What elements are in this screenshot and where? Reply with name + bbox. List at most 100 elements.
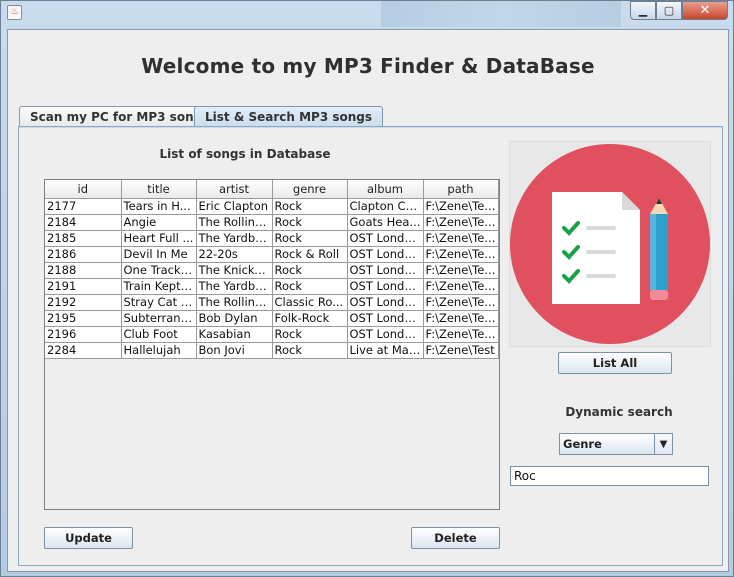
table-body: 2177 Tears in H... Eric Clapton Rock Clapton… (45, 198, 499, 359)
maximize-icon[interactable]: ▢ (656, 1, 682, 20)
cell-artist[interactable]: 22-20s (196, 246, 273, 263)
cell-title[interactable]: Subterrane... (121, 310, 197, 327)
search-input[interactable] (510, 466, 709, 486)
cell-album[interactable]: OST Londo... (347, 294, 424, 311)
content-pane: Welcome to my MP3 Finder & DataBase Scan… (7, 29, 729, 572)
cell-album[interactable]: OST Londo... (347, 262, 424, 279)
tab-scan-pc[interactable]: Scan my PC for MP3 songs (19, 106, 221, 128)
table-row[interactable]: 2184 Angie The Rolling... Rock Goats Hea... F… (45, 214, 499, 231)
cell-genre[interactable]: Rock (272, 198, 348, 215)
cell-genre[interactable]: Rock (272, 214, 348, 231)
column-header-id[interactable]: id (45, 180, 122, 199)
cell-id[interactable]: 2186 (45, 246, 122, 263)
minimize-icon[interactable]: ▁ (630, 1, 656, 20)
table-row[interactable]: 2177 Tears in H... Eric Clapton Rock Clapton… (45, 198, 499, 215)
cell-genre[interactable]: Rock (272, 262, 348, 279)
table-row[interactable]: 2185 Heart Full ... The Yardbir... Rock OST … (45, 230, 499, 247)
chevron-down-icon[interactable]: ▼ (654, 434, 672, 454)
column-header-album[interactable]: album (347, 180, 424, 199)
cell-id[interactable]: 2191 (45, 278, 122, 295)
cell-artist[interactable]: The Rolling... (196, 214, 273, 231)
java-icon[interactable]: ♨ (7, 5, 22, 20)
cell-genre[interactable]: Rock (272, 342, 348, 359)
table-row[interactable]: 2191 Train Kept ... The Yardbir... Rock OST … (45, 278, 499, 295)
cell-album[interactable]: OST Londo... (347, 246, 424, 263)
cell-title[interactable]: Stray Cat Bl... (121, 294, 197, 311)
table-row[interactable]: 2188 One Track ... The Knicke... Rock OST Lo… (45, 262, 499, 279)
cell-path[interactable]: F:\Zene\Te... (423, 246, 499, 263)
cell-album[interactable]: OST Londo... (347, 326, 424, 343)
cell-artist[interactable]: Bob Dylan (196, 310, 273, 327)
cell-title[interactable]: Heart Full ... (121, 230, 197, 247)
cell-title[interactable]: Train Kept ... (121, 278, 197, 295)
close-icon[interactable]: ✕ (682, 1, 728, 20)
songs-table-scrollpane[interactable]: id title artist genre album path 2177 Tea… (44, 179, 500, 510)
table-row[interactable]: 2196 Club Foot Kasabian Rock OST Londo... F:\… (45, 326, 499, 343)
cell-album[interactable]: Clapton Ch... (347, 198, 424, 215)
cell-id[interactable]: 2192 (45, 294, 122, 311)
column-header-title[interactable]: title (121, 180, 197, 199)
cell-path[interactable]: F:\Zene\Te... (423, 262, 499, 279)
cell-path[interactable]: F:\Zene\Te... (423, 230, 499, 247)
cell-artist[interactable]: Kasabian (196, 326, 273, 343)
cell-artist[interactable]: Eric Clapton (196, 198, 273, 215)
cell-album[interactable]: Live at Madi... (347, 342, 424, 359)
cell-artist[interactable]: The Knicke... (196, 262, 273, 279)
songs-table[interactable]: id title artist genre album path 2177 Tea… (45, 180, 499, 359)
table-row[interactable]: 2195 Subterrane... Bob Dylan Folk-Rock OST L… (45, 310, 499, 327)
update-button[interactable]: Update (44, 527, 133, 549)
table-row[interactable]: 2192 Stray Cat Bl... The Rolling... Classic… (45, 294, 499, 311)
page-title: Welcome to my MP3 Finder & DataBase (141, 54, 595, 78)
search-field-select[interactable]: Genre ▼ (559, 433, 673, 455)
list-all-button[interactable]: List All (558, 352, 672, 374)
cell-album[interactable]: OST Londo... (347, 278, 424, 295)
cell-genre[interactable]: Folk-Rock (272, 310, 348, 327)
cell-title[interactable]: Tears in H... (121, 198, 197, 215)
cell-genre[interactable]: Classic Ro... (272, 294, 348, 311)
cell-genre[interactable]: Rock (272, 278, 348, 295)
cell-genre[interactable]: Rock (272, 230, 348, 247)
cell-title[interactable]: Hallelujah (121, 342, 197, 359)
cell-id[interactable]: 2184 (45, 214, 122, 231)
cell-genre[interactable]: Rock (272, 326, 348, 343)
cell-title[interactable]: Devil In Me (121, 246, 197, 263)
cell-artist[interactable]: The Yardbir... (196, 278, 273, 295)
cell-path[interactable]: F:\Zene\Te... (423, 310, 499, 327)
column-header-genre[interactable]: genre (272, 180, 348, 199)
cell-id[interactable]: 2195 (45, 310, 122, 327)
column-header-path[interactable]: path (423, 180, 499, 199)
table-header: id title artist genre album path (45, 180, 499, 199)
cell-path[interactable]: F:\Zene\Te... (423, 278, 499, 295)
tab-list-search[interactable]: List & Search MP3 songs (194, 106, 384, 128)
cell-title[interactable]: One Track ... (121, 262, 197, 279)
table-row[interactable]: 2186 Devil In Me 22-20s Rock & Roll OST Lond… (45, 246, 499, 263)
window-frame: ♨ ▁ ▢ ✕ Welcome to my MP3 Finder & DataB… (0, 0, 734, 577)
cell-id[interactable]: 2188 (45, 262, 122, 279)
column-header-artist[interactable]: artist (196, 180, 273, 199)
cell-path[interactable]: F:\Zene\Test (423, 342, 499, 359)
cell-id[interactable]: 2196 (45, 326, 122, 343)
list-title: List of songs in Database (159, 147, 331, 161)
cell-title[interactable]: Club Foot (121, 326, 197, 343)
table-row[interactable]: 2284 Hallelujah Bon Jovi Rock Live at Madi..… (45, 342, 499, 359)
search-field-select-value: Genre (563, 437, 602, 451)
cell-path[interactable]: F:\Zene\Te... (423, 294, 499, 311)
cell-path[interactable]: F:\Zene\Te... (423, 198, 499, 215)
cell-artist[interactable]: The Rolling... (196, 294, 273, 311)
background-window-sliver (381, 1, 621, 27)
cell-artist[interactable]: The Yardbir... (196, 230, 273, 247)
window-controls: ▁ ▢ ✕ (630, 1, 728, 20)
cell-title[interactable]: Angie (121, 214, 197, 231)
cell-genre[interactable]: Rock & Roll (272, 246, 348, 263)
cell-artist[interactable]: Bon Jovi (196, 342, 273, 359)
cell-path[interactable]: F:\Zene\Te... (423, 214, 499, 231)
delete-button[interactable]: Delete (411, 527, 500, 549)
cell-id[interactable]: 2284 (45, 342, 122, 359)
cell-id[interactable]: 2185 (45, 230, 122, 247)
cell-id[interactable]: 2177 (45, 198, 122, 215)
cell-album[interactable]: OST Londo... (347, 230, 424, 247)
tab-panel: List of songs in Database id title artis… (18, 126, 723, 566)
cell-path[interactable]: F:\Zene\Te... (423, 326, 499, 343)
cell-album[interactable]: OST Londo... (347, 310, 424, 327)
cell-album[interactable]: Goats Hea... (347, 214, 424, 231)
